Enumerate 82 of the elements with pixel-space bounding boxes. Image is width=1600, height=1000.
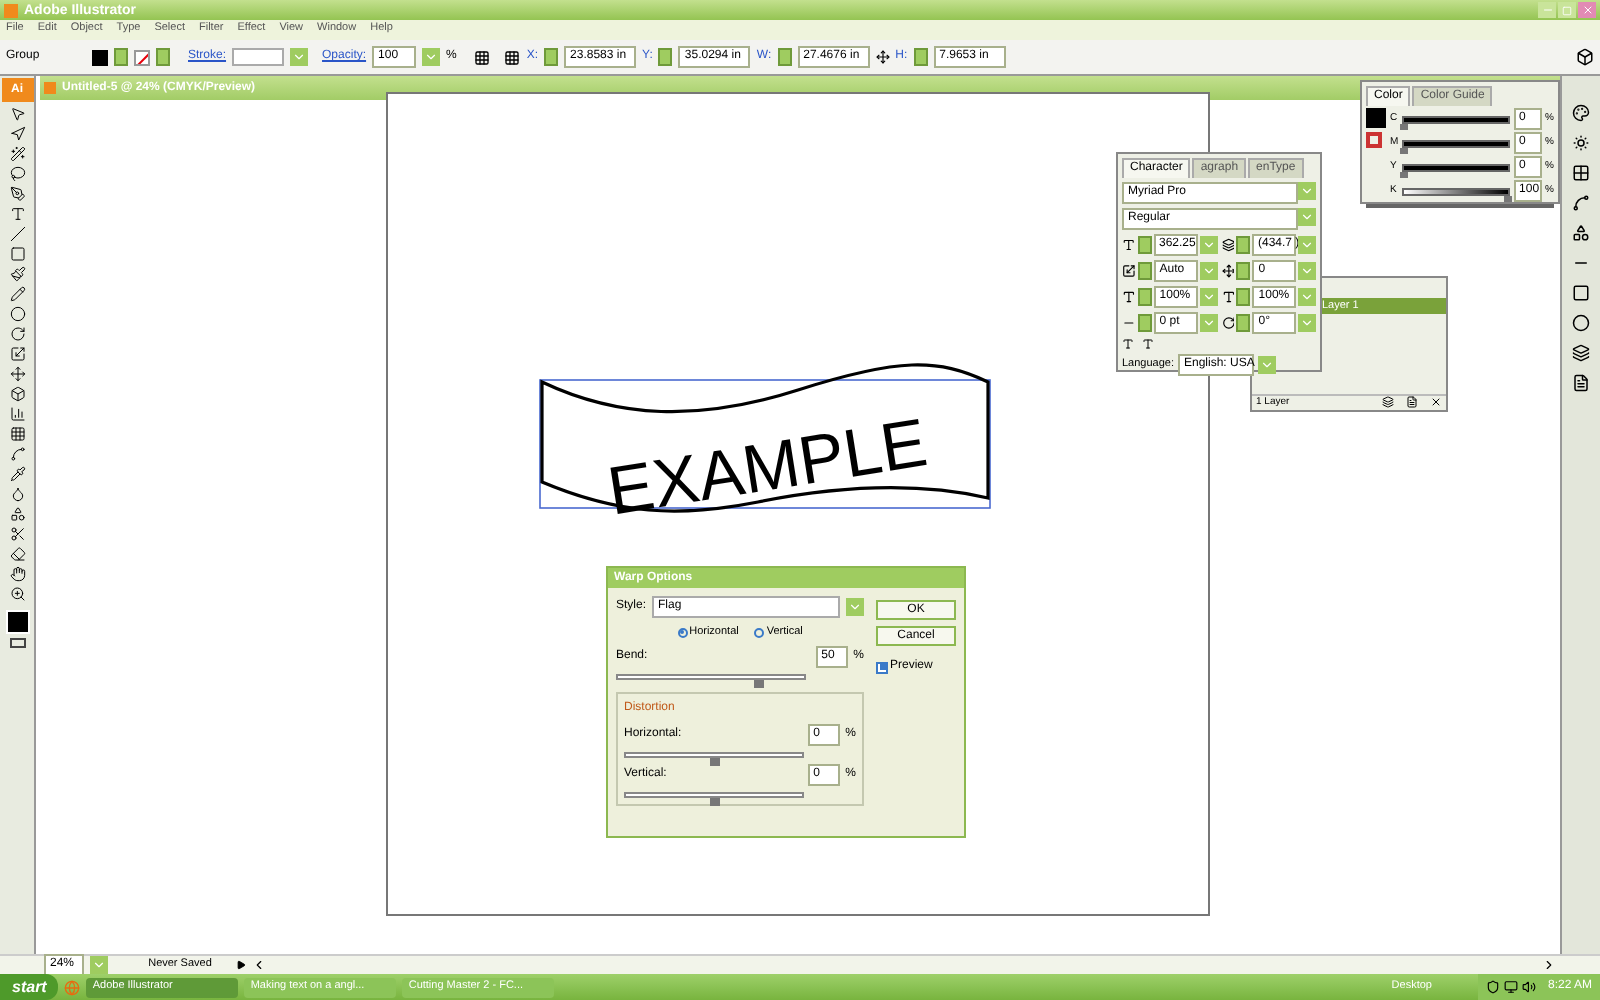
volume-icon[interactable] — [1521, 980, 1536, 994]
scissors-icon[interactable] — [9, 526, 25, 542]
channel-slider-thumb[interactable] — [1400, 147, 1408, 153]
slider-thumb[interactable] — [753, 680, 764, 689]
app-icon — [4, 3, 18, 17]
stepper-button[interactable] — [913, 48, 928, 66]
options-icon[interactable] — [1576, 48, 1594, 66]
type-tool-icon[interactable] — [9, 206, 25, 222]
document-icon[interactable] — [1572, 374, 1590, 392]
eraser-icon[interactable] — [9, 546, 25, 562]
lasso-icon[interactable] — [9, 166, 25, 182]
chevron-down-icon — [92, 958, 106, 972]
channel-slider-thumb[interactable] — [1503, 195, 1512, 201]
style-icon[interactable] — [474, 49, 491, 65]
zoom-icon[interactable] — [9, 586, 25, 602]
font-size-icon — [1122, 238, 1136, 252]
scroll-left-icon[interactable] — [252, 958, 266, 972]
stroke-swatch-icon[interactable] — [134, 49, 150, 65]
chevron-down-icon — [292, 50, 307, 64]
swatches-icon[interactable] — [1572, 164, 1590, 182]
scale-icon[interactable] — [9, 346, 25, 362]
fill-stroke-swatches[interactable] — [5, 610, 29, 634]
rectangle-tool-icon[interactable] — [9, 246, 25, 262]
stroke-weight-field[interactable] — [232, 48, 285, 66]
pencil-icon[interactable] — [9, 286, 25, 302]
scroll-right-icon[interactable] — [1542, 958, 1556, 972]
fill-swatch[interactable] — [92, 49, 108, 65]
stepper-button[interactable] — [658, 48, 673, 66]
new-sublayer-icon[interactable] — [1382, 396, 1394, 409]
minimize-icon — [1541, 4, 1553, 16]
direct-selection-tool-icon[interactable] — [9, 126, 25, 142]
line-tool-icon[interactable] — [9, 226, 25, 242]
strikethrough-icon[interactable] — [1142, 338, 1154, 350]
shield-icon[interactable] — [1485, 980, 1500, 994]
underline-icon[interactable] — [1122, 338, 1134, 350]
stepper-button[interactable] — [777, 48, 792, 66]
mesh-icon[interactable] — [9, 426, 25, 442]
slider-thumb[interactable] — [710, 798, 720, 807]
bar-chart-icon[interactable] — [9, 406, 25, 422]
eyedropper-icon[interactable] — [9, 466, 25, 482]
selection-tool-icon[interactable] — [9, 106, 25, 122]
screen-mode-icon[interactable] — [9, 638, 25, 648]
rotation-icon — [1221, 316, 1235, 330]
slider-thumb[interactable] — [710, 758, 720, 767]
palette-icon[interactable] — [1572, 104, 1590, 122]
channel-slider-thumb[interactable] — [1400, 171, 1408, 177]
fill-color-swatch[interactable] — [1366, 108, 1386, 128]
move-icon[interactable] — [9, 366, 25, 382]
new-layer-icon[interactable] — [1406, 396, 1418, 409]
delete-layer-icon[interactable] — [1430, 396, 1442, 409]
start-button[interactable]: start — [0, 974, 59, 1000]
warped-text-artwork: EXAMPLE — [538, 362, 994, 518]
paintbrush-icon[interactable] — [9, 266, 25, 282]
network-icon[interactable] — [1503, 980, 1518, 994]
chevron-down-icon — [848, 600, 862, 614]
stepper-button[interactable] — [544, 48, 559, 66]
pen-tool-icon[interactable] — [9, 186, 25, 202]
brightness-icon[interactable] — [1572, 134, 1590, 152]
layers-icon[interactable] — [1572, 344, 1590, 362]
document-icon — [44, 82, 56, 94]
reference-point-icon[interactable] — [504, 49, 521, 65]
rotate-icon[interactable] — [9, 326, 25, 342]
link-icon[interactable] — [875, 50, 890, 64]
curve-icon[interactable] — [9, 446, 25, 462]
shapes-icon[interactable] — [9, 506, 25, 522]
hand-tool-icon[interactable] — [9, 566, 25, 582]
vertical-scale-icon — [1122, 290, 1136, 304]
magic-wand-icon[interactable] — [9, 146, 25, 162]
radio-circle[interactable] — [677, 627, 688, 638]
droplet-icon[interactable] — [9, 486, 25, 502]
status-menu-icon[interactable] — [236, 960, 246, 970]
symbols-icon[interactable] — [1572, 224, 1590, 242]
ellipse-icon[interactable] — [9, 306, 25, 322]
close-icon — [1581, 4, 1593, 16]
chevron-down-icon — [424, 50, 439, 64]
chevron-down-icon — [1260, 358, 1274, 372]
preview-checkbox[interactable] — [876, 661, 888, 673]
horizontal-scale-icon — [1221, 290, 1235, 304]
maximize-icon — [1562, 5, 1572, 15]
stroke-color-swatch[interactable] — [1366, 132, 1382, 148]
box-icon[interactable] — [9, 386, 25, 402]
channel-slider-thumb[interactable] — [1400, 123, 1408, 129]
